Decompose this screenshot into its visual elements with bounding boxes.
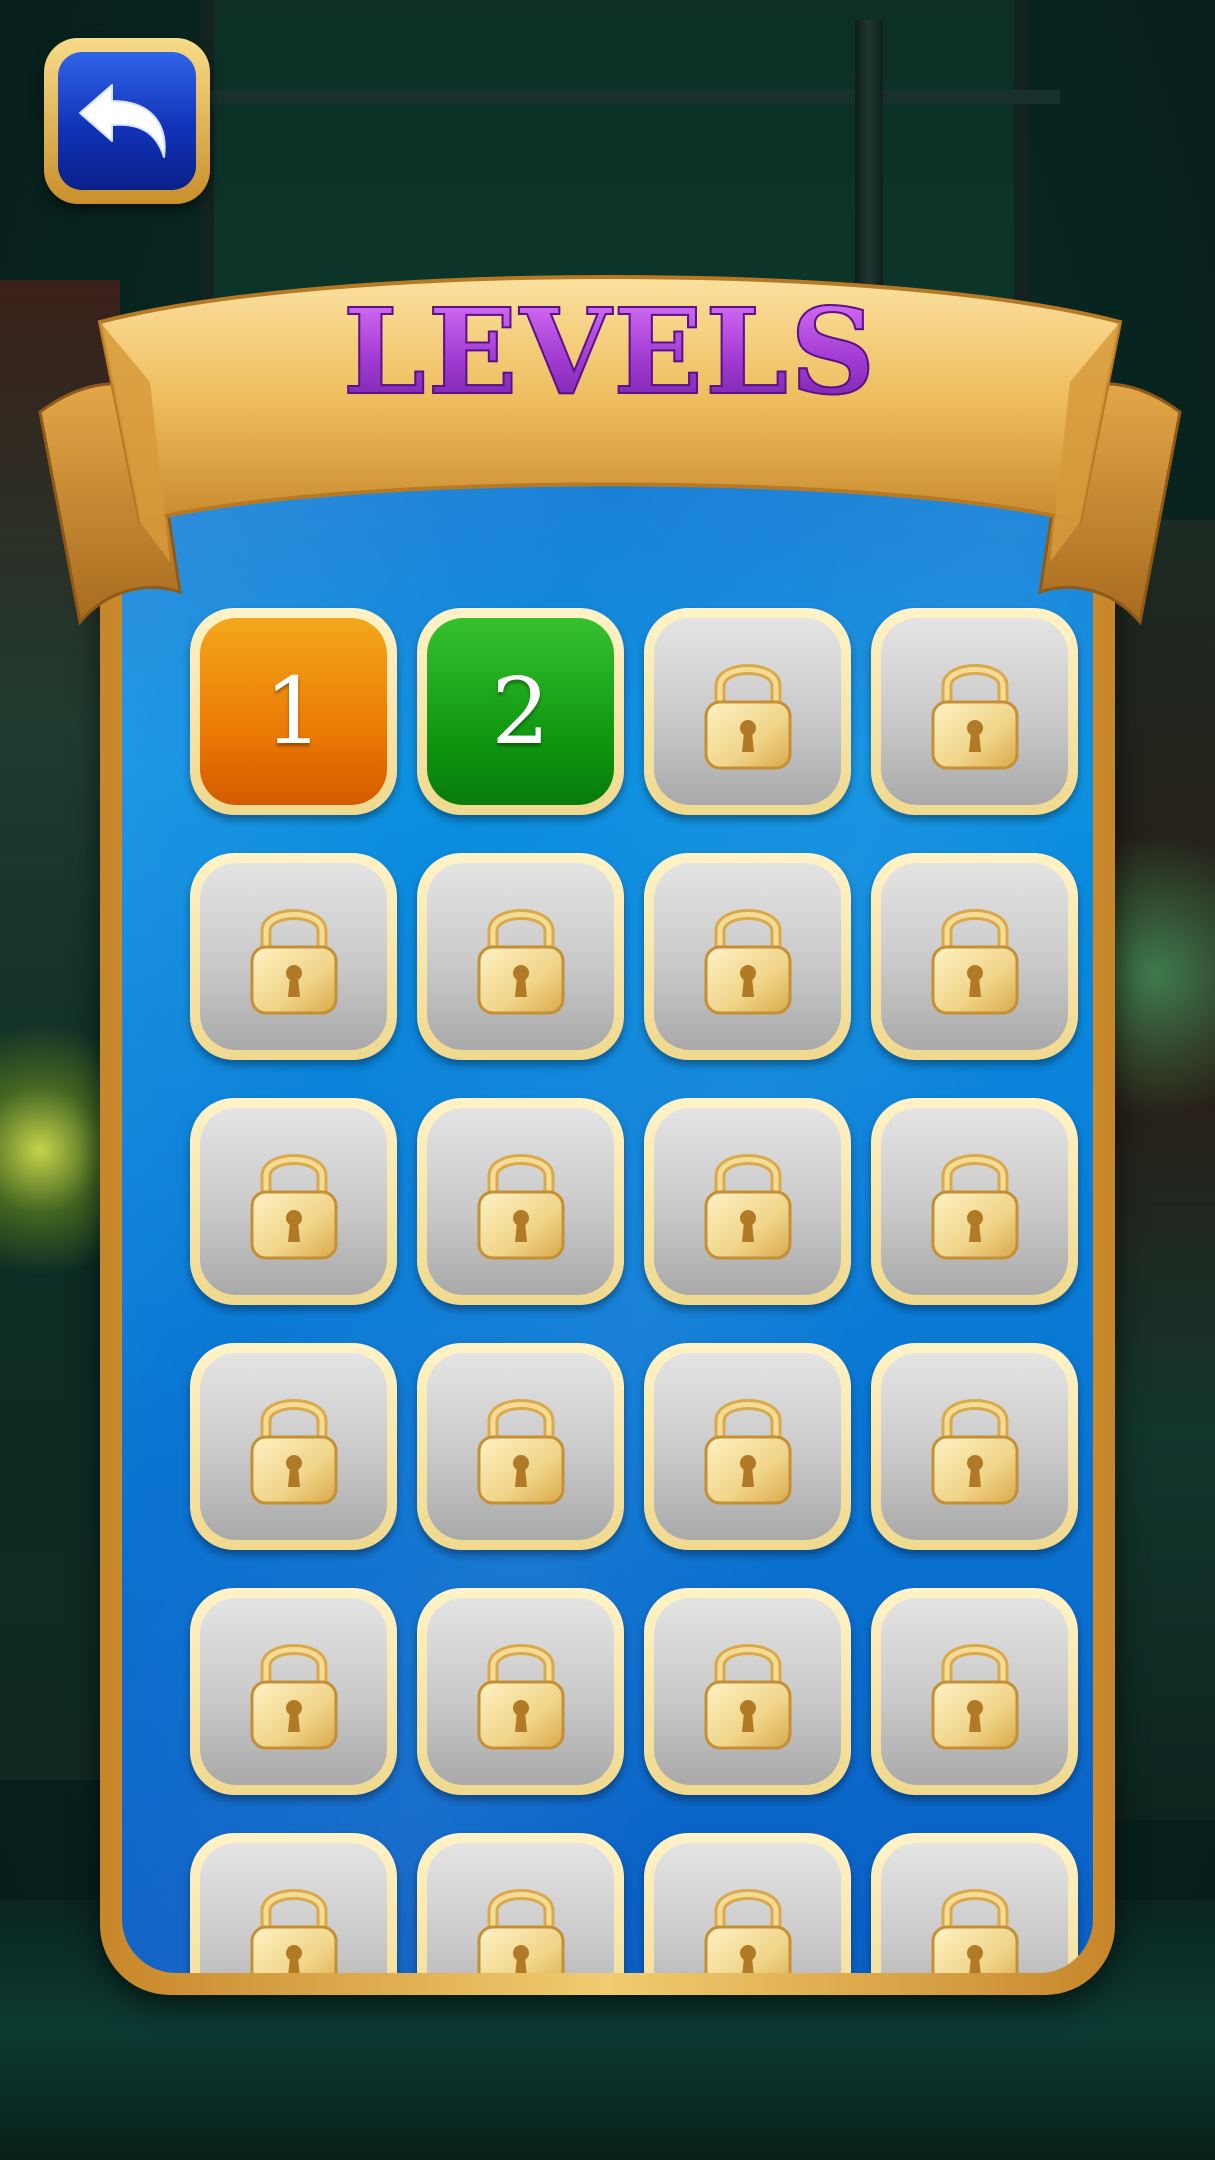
padlock-icon <box>704 1643 791 1749</box>
level-tile-face[interactable] <box>200 1353 387 1540</box>
level-tile-locked[interactable] <box>644 1343 851 1550</box>
level-tile-face[interactable] <box>200 1108 387 1295</box>
level-tile-face[interactable] <box>881 863 1068 1050</box>
padlock-icon <box>250 1153 337 1259</box>
level-tile-face[interactable] <box>427 863 614 1050</box>
level-tile-locked[interactable] <box>871 1343 1078 1550</box>
title-banner: LEVELS <box>30 262 1190 702</box>
level-tile-face[interactable] <box>654 1843 841 1973</box>
back-button-face[interactable] <box>58 52 196 190</box>
padlock-icon <box>477 1153 564 1259</box>
level-tile-face[interactable] <box>200 1843 387 1973</box>
padlock-icon <box>250 1398 337 1504</box>
level-tile-face[interactable] <box>200 863 387 1050</box>
level-tile-locked[interactable] <box>190 1833 397 1973</box>
back-button[interactable] <box>44 38 210 204</box>
padlock-icon <box>477 1643 564 1749</box>
padlock-icon <box>250 1888 337 1973</box>
level-tile-locked[interactable] <box>871 1098 1078 1305</box>
level-tile-face[interactable] <box>427 1353 614 1540</box>
undo-arrow-icon <box>79 84 166 158</box>
level-tile-face[interactable] <box>654 1598 841 1785</box>
level-tile-locked[interactable] <box>190 1098 397 1305</box>
padlock-icon <box>931 908 1018 1014</box>
level-tile-locked[interactable] <box>190 853 397 1060</box>
page-title-text: LEVELS <box>342 281 878 422</box>
padlock-icon <box>250 908 337 1014</box>
padlock-icon <box>477 1398 564 1504</box>
padlock-icon <box>704 1153 791 1259</box>
level-tile-face[interactable] <box>881 1843 1068 1973</box>
level-tile-face[interactable] <box>654 1353 841 1540</box>
level-tile-locked[interactable] <box>417 1098 624 1305</box>
padlock-icon <box>704 908 791 1014</box>
level-tile-locked[interactable] <box>417 853 624 1060</box>
level-tile-locked[interactable] <box>644 1588 851 1795</box>
level-tile-face[interactable] <box>654 863 841 1050</box>
level-tile-face[interactable] <box>427 1108 614 1295</box>
level-tile-face[interactable] <box>427 1598 614 1785</box>
background-beam <box>180 90 1060 104</box>
padlock-icon <box>250 1643 337 1749</box>
level-tile-locked[interactable] <box>190 1588 397 1795</box>
level-tile-face[interactable] <box>881 1353 1068 1540</box>
level-tile-locked[interactable] <box>644 1098 851 1305</box>
padlock-icon <box>704 1398 791 1504</box>
level-tile-locked[interactable] <box>871 853 1078 1060</box>
level-tile-locked[interactable] <box>644 1833 851 1973</box>
level-tile-face[interactable] <box>881 1598 1068 1785</box>
level-tile-locked[interactable] <box>417 1343 624 1550</box>
level-tile-face[interactable] <box>427 1843 614 1973</box>
level-tile-locked[interactable] <box>190 1343 397 1550</box>
level-tile-locked[interactable] <box>871 1588 1078 1795</box>
level-tile-locked[interactable] <box>417 1833 624 1973</box>
level-tile-locked[interactable] <box>871 1833 1078 1973</box>
padlock-icon <box>931 1888 1018 1973</box>
padlock-icon <box>477 908 564 1014</box>
level-tile-locked[interactable] <box>644 853 851 1060</box>
padlock-icon <box>931 1398 1018 1504</box>
page-title: LEVELS <box>30 281 1190 422</box>
level-tile-locked[interactable] <box>417 1588 624 1795</box>
level-tile-face[interactable] <box>654 1108 841 1295</box>
padlock-icon <box>931 1643 1018 1749</box>
padlock-icon <box>477 1888 564 1973</box>
padlock-icon <box>704 1888 791 1973</box>
level-tile-face[interactable] <box>200 1598 387 1785</box>
padlock-icon <box>931 1153 1018 1259</box>
level-tile-face[interactable] <box>881 1108 1068 1295</box>
